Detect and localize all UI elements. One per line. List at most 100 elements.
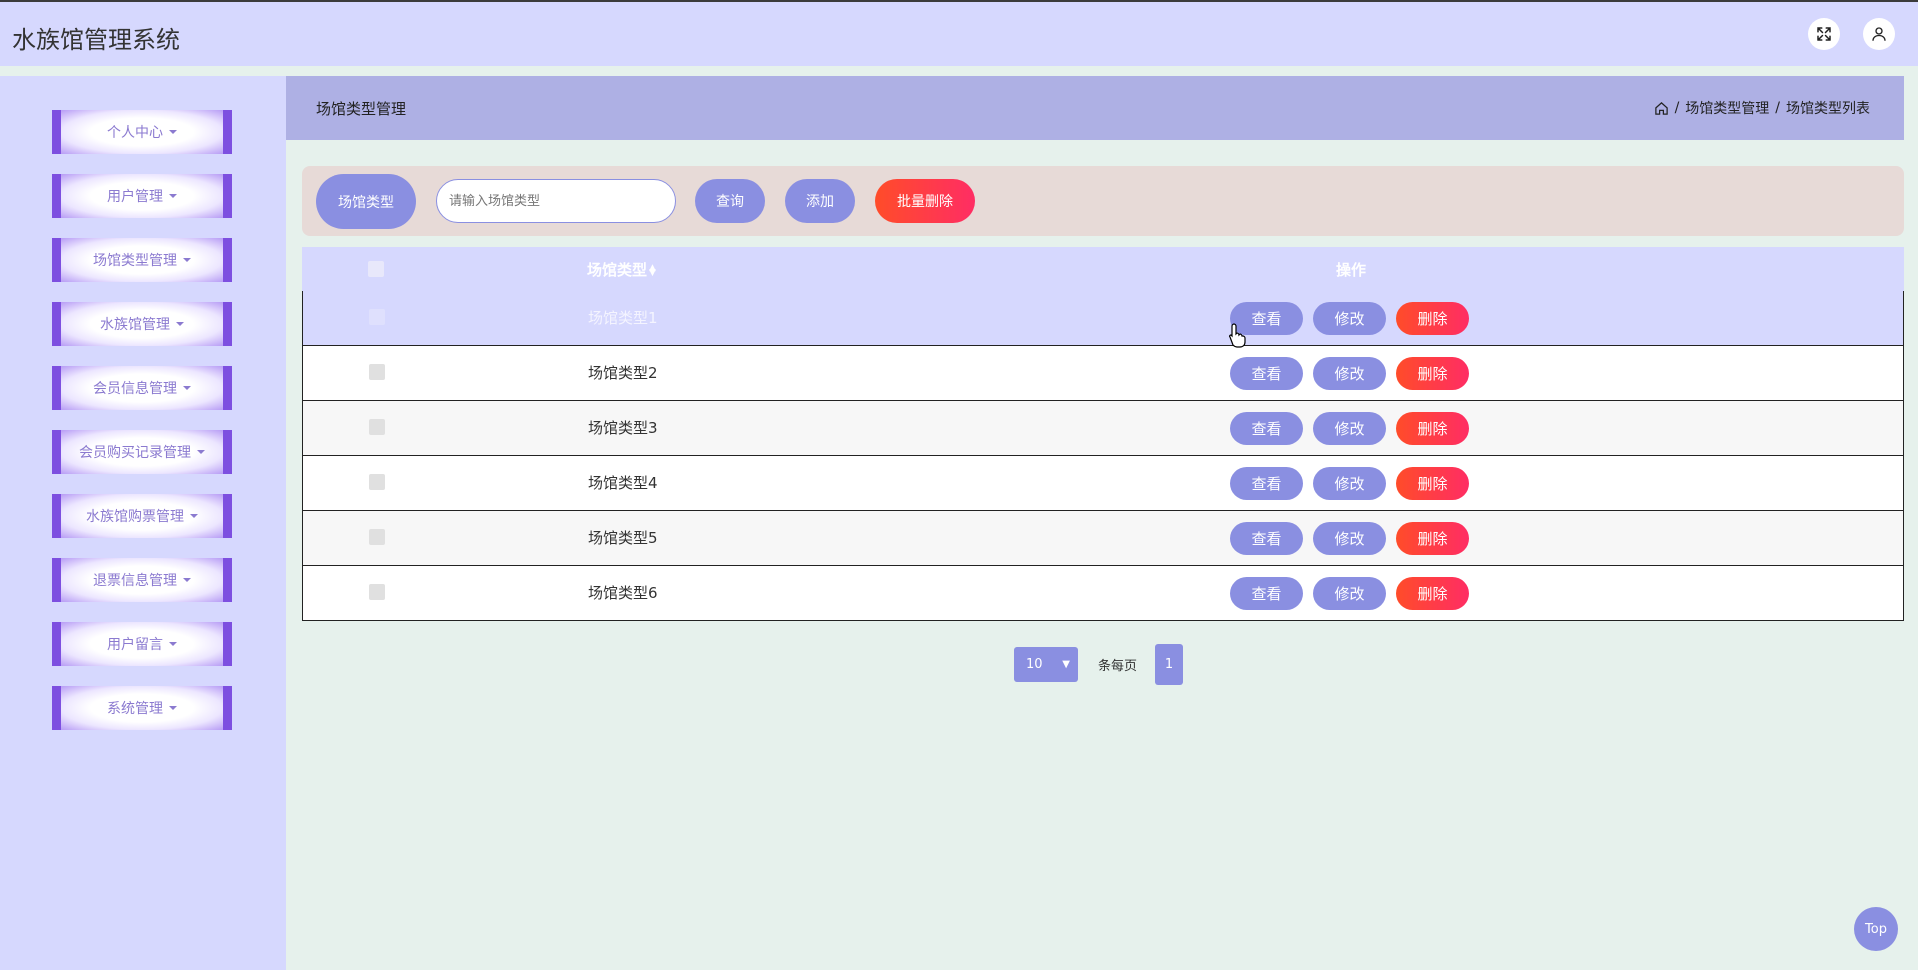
sidebar-item-label: 水族馆管理 — [100, 317, 170, 333]
caret-down-icon — [183, 258, 191, 262]
sort-icon[interactable]: ▲ ▼ — [649, 263, 657, 277]
caret-down-icon — [169, 642, 177, 646]
sidebar-item-label: 用户留言 — [107, 637, 163, 653]
page-size-value: 10 — [1026, 657, 1043, 672]
sidebar-item-member-info-management[interactable]: 会员信息管理 — [52, 366, 232, 410]
row-checkbox[interactable] — [369, 419, 385, 435]
sidebar-item-label: 系统管理 — [107, 701, 163, 717]
edit-button[interactable]: 修改 — [1313, 302, 1386, 335]
back-to-top-button[interactable]: Top — [1854, 907, 1898, 951]
home-icon[interactable] — [1654, 101, 1669, 116]
caret-down-icon — [190, 514, 198, 518]
view-button[interactable]: 查看 — [1230, 412, 1303, 445]
caret-down-icon — [169, 130, 177, 134]
add-button[interactable]: 添加 — [785, 179, 855, 223]
table-row: 场馆类型3 查看 修改 删除 — [302, 401, 1904, 456]
content-header: 场馆类型管理 / 场馆类型管理 / 场馆类型列表 — [286, 76, 1904, 140]
row-name: 场馆类型6 — [588, 584, 658, 602]
view-button[interactable]: 查看 — [1230, 577, 1303, 610]
expand-icon[interactable] — [1808, 18, 1840, 50]
top-header: 水族馆管理系统 — [0, 0, 1918, 66]
table-row: 场馆类型4 查看 修改 删除 — [302, 456, 1904, 511]
delete-button[interactable]: 删除 — [1396, 357, 1469, 390]
sidebar-item-label: 会员信息管理 — [93, 381, 177, 397]
sidebar-item-label: 个人中心 — [107, 125, 163, 141]
page-title: 场馆类型管理 — [316, 100, 407, 118]
query-button[interactable]: 查询 — [695, 179, 765, 223]
breadcrumb-item: 场馆类型列表 — [1786, 101, 1870, 117]
table-row: 场馆类型1 查看 修改 删除 — [302, 291, 1904, 346]
delete-button[interactable]: 删除 — [1396, 467, 1469, 500]
delete-button[interactable]: 删除 — [1396, 412, 1469, 445]
sidebar-item-refund-info-management[interactable]: 退票信息管理 — [52, 558, 232, 602]
sidebar-item-user-messages[interactable]: 用户留言 — [52, 622, 232, 666]
edit-button[interactable]: 修改 — [1313, 522, 1386, 555]
caret-down-icon — [176, 322, 184, 326]
batch-delete-button[interactable]: 批量删除 — [875, 179, 975, 223]
edit-button[interactable]: 修改 — [1313, 357, 1386, 390]
view-button[interactable]: 查看 — [1230, 522, 1303, 555]
page-size-select[interactable]: 10 ▼ — [1014, 647, 1078, 682]
sidebar-item-label: 用户管理 — [107, 189, 163, 205]
row-name: 场馆类型3 — [588, 419, 658, 437]
breadcrumb-separator: / — [1775, 100, 1780, 116]
row-name: 场馆类型4 — [588, 474, 658, 492]
per-page-label: 条每页 — [1098, 659, 1138, 674]
table-header: 场馆类型 ▲ ▼ 操作 — [302, 247, 1904, 291]
sidebar-item-label: 退票信息管理 — [93, 573, 177, 589]
user-icon[interactable] — [1863, 18, 1895, 50]
sidebar-item-member-purchase-records[interactable]: 会员购买记录管理 — [52, 430, 232, 474]
delete-button[interactable]: 删除 — [1396, 302, 1469, 335]
table-row: 场馆类型5 查看 修改 删除 — [302, 511, 1904, 566]
column-header-name[interactable]: 场馆类型 ▲ ▼ — [587, 259, 657, 280]
delete-button[interactable]: 删除 — [1396, 522, 1469, 555]
row-checkbox[interactable] — [369, 309, 385, 325]
search-panel: 场馆类型 查询 添加 批量删除 — [302, 166, 1904, 236]
table-row: 场馆类型2 查看 修改 删除 — [302, 346, 1904, 401]
breadcrumb-item[interactable]: 场馆类型管理 — [1685, 98, 1769, 118]
caret-down-icon — [169, 194, 177, 198]
sidebar-item-ticket-purchase-management[interactable]: 水族馆购票管理 — [52, 494, 232, 538]
caret-down-icon — [183, 386, 191, 390]
data-table: 场馆类型 ▲ ▼ 操作 场馆类型1 查看 修改 删除 场馆类型2 查看 修改 删除 … — [302, 247, 1904, 621]
delete-button[interactable]: 删除 — [1396, 577, 1469, 610]
header-divider — [0, 66, 1918, 76]
sidebar-item-label: 水族馆购票管理 — [86, 509, 184, 525]
row-checkbox[interactable] — [369, 474, 385, 490]
app-title: 水族馆管理系统 — [12, 26, 180, 54]
search-input[interactable] — [436, 179, 676, 223]
column-header-actions: 操作 — [1336, 261, 1367, 279]
select-all-checkbox[interactable] — [368, 261, 384, 277]
sidebar-item-label: 会员购买记录管理 — [79, 445, 191, 461]
row-name: 场馆类型1 — [588, 309, 658, 327]
sidebar-item-label: 场馆类型管理 — [93, 253, 177, 269]
table-row: 场馆类型6 查看 修改 删除 — [302, 566, 1904, 621]
edit-button[interactable]: 修改 — [1313, 412, 1386, 445]
chevron-down-icon: ▼ — [1062, 659, 1070, 670]
view-button[interactable]: 查看 — [1230, 467, 1303, 500]
row-checkbox[interactable] — [369, 364, 385, 380]
sidebar: 个人中心 用户管理 场馆类型管理 水族馆管理 会员信息管理 会员购买记录管理 水… — [0, 76, 286, 970]
view-button[interactable]: 查看 — [1230, 357, 1303, 390]
sidebar-item-aquarium-management[interactable]: 水族馆管理 — [52, 302, 232, 346]
caret-down-icon — [183, 578, 191, 582]
edit-button[interactable]: 修改 — [1313, 577, 1386, 610]
column-header-label: 场馆类型 — [587, 261, 648, 279]
caret-down-icon — [169, 706, 177, 710]
sidebar-item-venue-type-management[interactable]: 场馆类型管理 — [52, 238, 232, 282]
sidebar-item-personal-center[interactable]: 个人中心 — [52, 110, 232, 154]
search-label: 场馆类型 — [316, 174, 416, 229]
row-name: 场馆类型5 — [588, 529, 658, 547]
pointer-cursor-icon — [1228, 323, 1246, 348]
sidebar-item-system-management[interactable]: 系统管理 — [52, 686, 232, 730]
pagination: 10 ▼ 条每页 1 — [1014, 644, 1184, 685]
edit-button[interactable]: 修改 — [1313, 467, 1386, 500]
caret-down-icon — [197, 450, 205, 454]
sidebar-item-user-management[interactable]: 用户管理 — [52, 174, 232, 218]
breadcrumb: / 场馆类型管理 / 场馆类型列表 — [1654, 98, 1870, 118]
breadcrumb-separator: / — [1674, 100, 1680, 116]
row-name: 场馆类型2 — [588, 364, 658, 382]
row-checkbox[interactable] — [369, 529, 385, 545]
page-number[interactable]: 1 — [1155, 644, 1184, 685]
row-checkbox[interactable] — [369, 584, 385, 600]
